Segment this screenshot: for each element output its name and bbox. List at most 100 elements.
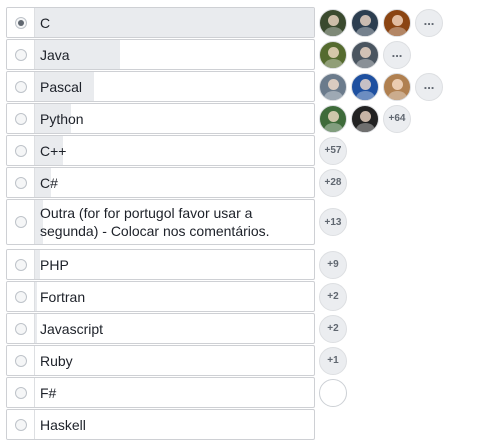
radio-cell[interactable]: [7, 314, 35, 343]
poll-option[interactable]: C: [6, 7, 315, 38]
voter-count-badge[interactable]: +2: [319, 282, 347, 311]
voter-count-badge[interactable]: +28: [319, 168, 347, 197]
radio-cell[interactable]: [7, 72, 35, 101]
poll-option-row: C...: [0, 7, 477, 38]
voter-count-badge[interactable]: +64: [383, 104, 411, 133]
poll-option[interactable]: Haskell: [6, 409, 315, 440]
option-radio[interactable]: [15, 48, 27, 61]
voters-group: ...: [319, 7, 447, 38]
option-radio[interactable]: [15, 16, 27, 29]
option-radio[interactable]: [15, 386, 27, 399]
voter-avatar[interactable]: [351, 104, 379, 133]
option-radio[interactable]: [15, 80, 27, 93]
poll-option[interactable]: C#: [6, 167, 315, 198]
voter-avatar[interactable]: [319, 104, 347, 133]
option-label: Python: [40, 110, 84, 127]
option-radio[interactable]: [15, 144, 27, 157]
radio-cell[interactable]: [7, 378, 35, 407]
voters-group: ...: [319, 71, 447, 102]
radio-cell[interactable]: [7, 40, 35, 69]
option-label: Ruby: [40, 352, 73, 369]
more-voters-button[interactable]: ...: [415, 72, 443, 101]
poll-option[interactable]: PHP: [6, 249, 315, 280]
radio-cell[interactable]: [7, 282, 35, 311]
voters-group: +64: [319, 103, 415, 134]
option-label: F#: [40, 384, 57, 401]
poll-option-row: Haskell: [0, 409, 477, 440]
radio-cell[interactable]: [7, 104, 35, 133]
radio-cell[interactable]: [7, 168, 35, 197]
voter-count-badge[interactable]: +57: [319, 136, 347, 165]
poll-option[interactable]: Fortran: [6, 281, 315, 312]
voter-avatar[interactable]: [383, 72, 411, 101]
voter-avatar[interactable]: [351, 72, 379, 101]
radio-cell[interactable]: [7, 250, 35, 279]
option-label: Java: [40, 46, 70, 63]
poll-options: C... Java... Pascal... Python +64 C++ +57 C# +28…: [0, 0, 477, 443]
poll-option-row: Java...: [0, 39, 477, 70]
voters-group: +13: [319, 199, 351, 245]
poll-option[interactable]: Ruby: [6, 345, 315, 376]
poll-option-row: Fortran +2: [0, 281, 477, 312]
voters-group: +9: [319, 249, 351, 280]
option-radio[interactable]: [15, 322, 27, 335]
option-label: Haskell: [40, 416, 86, 433]
voter-count-badge[interactable]: +2: [319, 314, 347, 343]
voters-group: +2: [319, 281, 351, 312]
voters-group: +1: [319, 345, 351, 376]
voters-group: +2: [319, 313, 351, 344]
voter-avatar[interactable]: [351, 8, 379, 37]
option-radio[interactable]: [15, 112, 27, 125]
poll-option-row: C# +28: [0, 167, 477, 198]
poll-option[interactable]: Java: [6, 39, 315, 70]
option-label: Javascript: [40, 320, 104, 337]
voter-count-badge[interactable]: +13: [319, 208, 347, 236]
more-voters-button[interactable]: ...: [383, 40, 411, 69]
voter-avatar[interactable]: [319, 8, 347, 37]
poll-option-row: Pascal...: [0, 71, 477, 102]
option-radio[interactable]: [15, 354, 27, 367]
radio-cell[interactable]: [7, 346, 35, 375]
option-label: Outra (for for portugol favor usar a seg…: [40, 205, 270, 239]
radio-cell[interactable]: [7, 410, 35, 439]
poll-option[interactable]: Outra (for for portugol favor usar a seg…: [6, 199, 315, 245]
voters-group: +28: [319, 167, 351, 198]
option-label: C: [40, 14, 51, 31]
option-label: Pascal: [40, 78, 83, 95]
poll-option-row: F#: [0, 377, 477, 408]
poll-option-row: PHP +9: [0, 249, 477, 280]
radio-cell[interactable]: [7, 8, 35, 37]
voter-placeholder: [319, 378, 347, 407]
poll-option[interactable]: Javascript: [6, 313, 315, 344]
voters-group: ...: [319, 39, 415, 70]
voter-avatar[interactable]: [319, 40, 347, 69]
voter-avatar[interactable]: [319, 72, 347, 101]
poll-option[interactable]: Pascal: [6, 71, 315, 102]
poll-option[interactable]: C++: [6, 135, 315, 166]
option-radio[interactable]: [15, 418, 27, 431]
option-radio[interactable]: [15, 176, 27, 189]
option-label: C++: [40, 142, 67, 159]
poll-option[interactable]: Python: [6, 103, 315, 134]
more-voters-button[interactable]: ...: [415, 8, 443, 37]
voter-avatar[interactable]: [383, 8, 411, 37]
poll-option-row: Outra (for for portugol favor usar a seg…: [0, 199, 477, 245]
poll-option-row: C++ +57: [0, 135, 477, 166]
option-radio[interactable]: [15, 216, 27, 228]
radio-cell[interactable]: [7, 136, 35, 165]
radio-cell[interactable]: [7, 200, 35, 244]
option-label: C#: [40, 174, 58, 191]
option-radio[interactable]: [15, 290, 27, 303]
voter-count-badge[interactable]: +9: [319, 250, 347, 279]
voters-group: [319, 377, 347, 408]
poll-option-row: Ruby +1: [0, 345, 477, 376]
poll-option[interactable]: F#: [6, 377, 315, 408]
option-label: Fortran: [40, 288, 86, 305]
voter-avatar[interactable]: [351, 40, 379, 69]
poll-option-row: Javascript +2: [0, 313, 477, 344]
poll-option-row: Python +64: [0, 103, 477, 134]
voters-group: +57: [319, 135, 351, 166]
option-label: PHP: [40, 256, 69, 273]
option-radio[interactable]: [15, 258, 27, 271]
voter-count-badge[interactable]: +1: [319, 346, 347, 375]
